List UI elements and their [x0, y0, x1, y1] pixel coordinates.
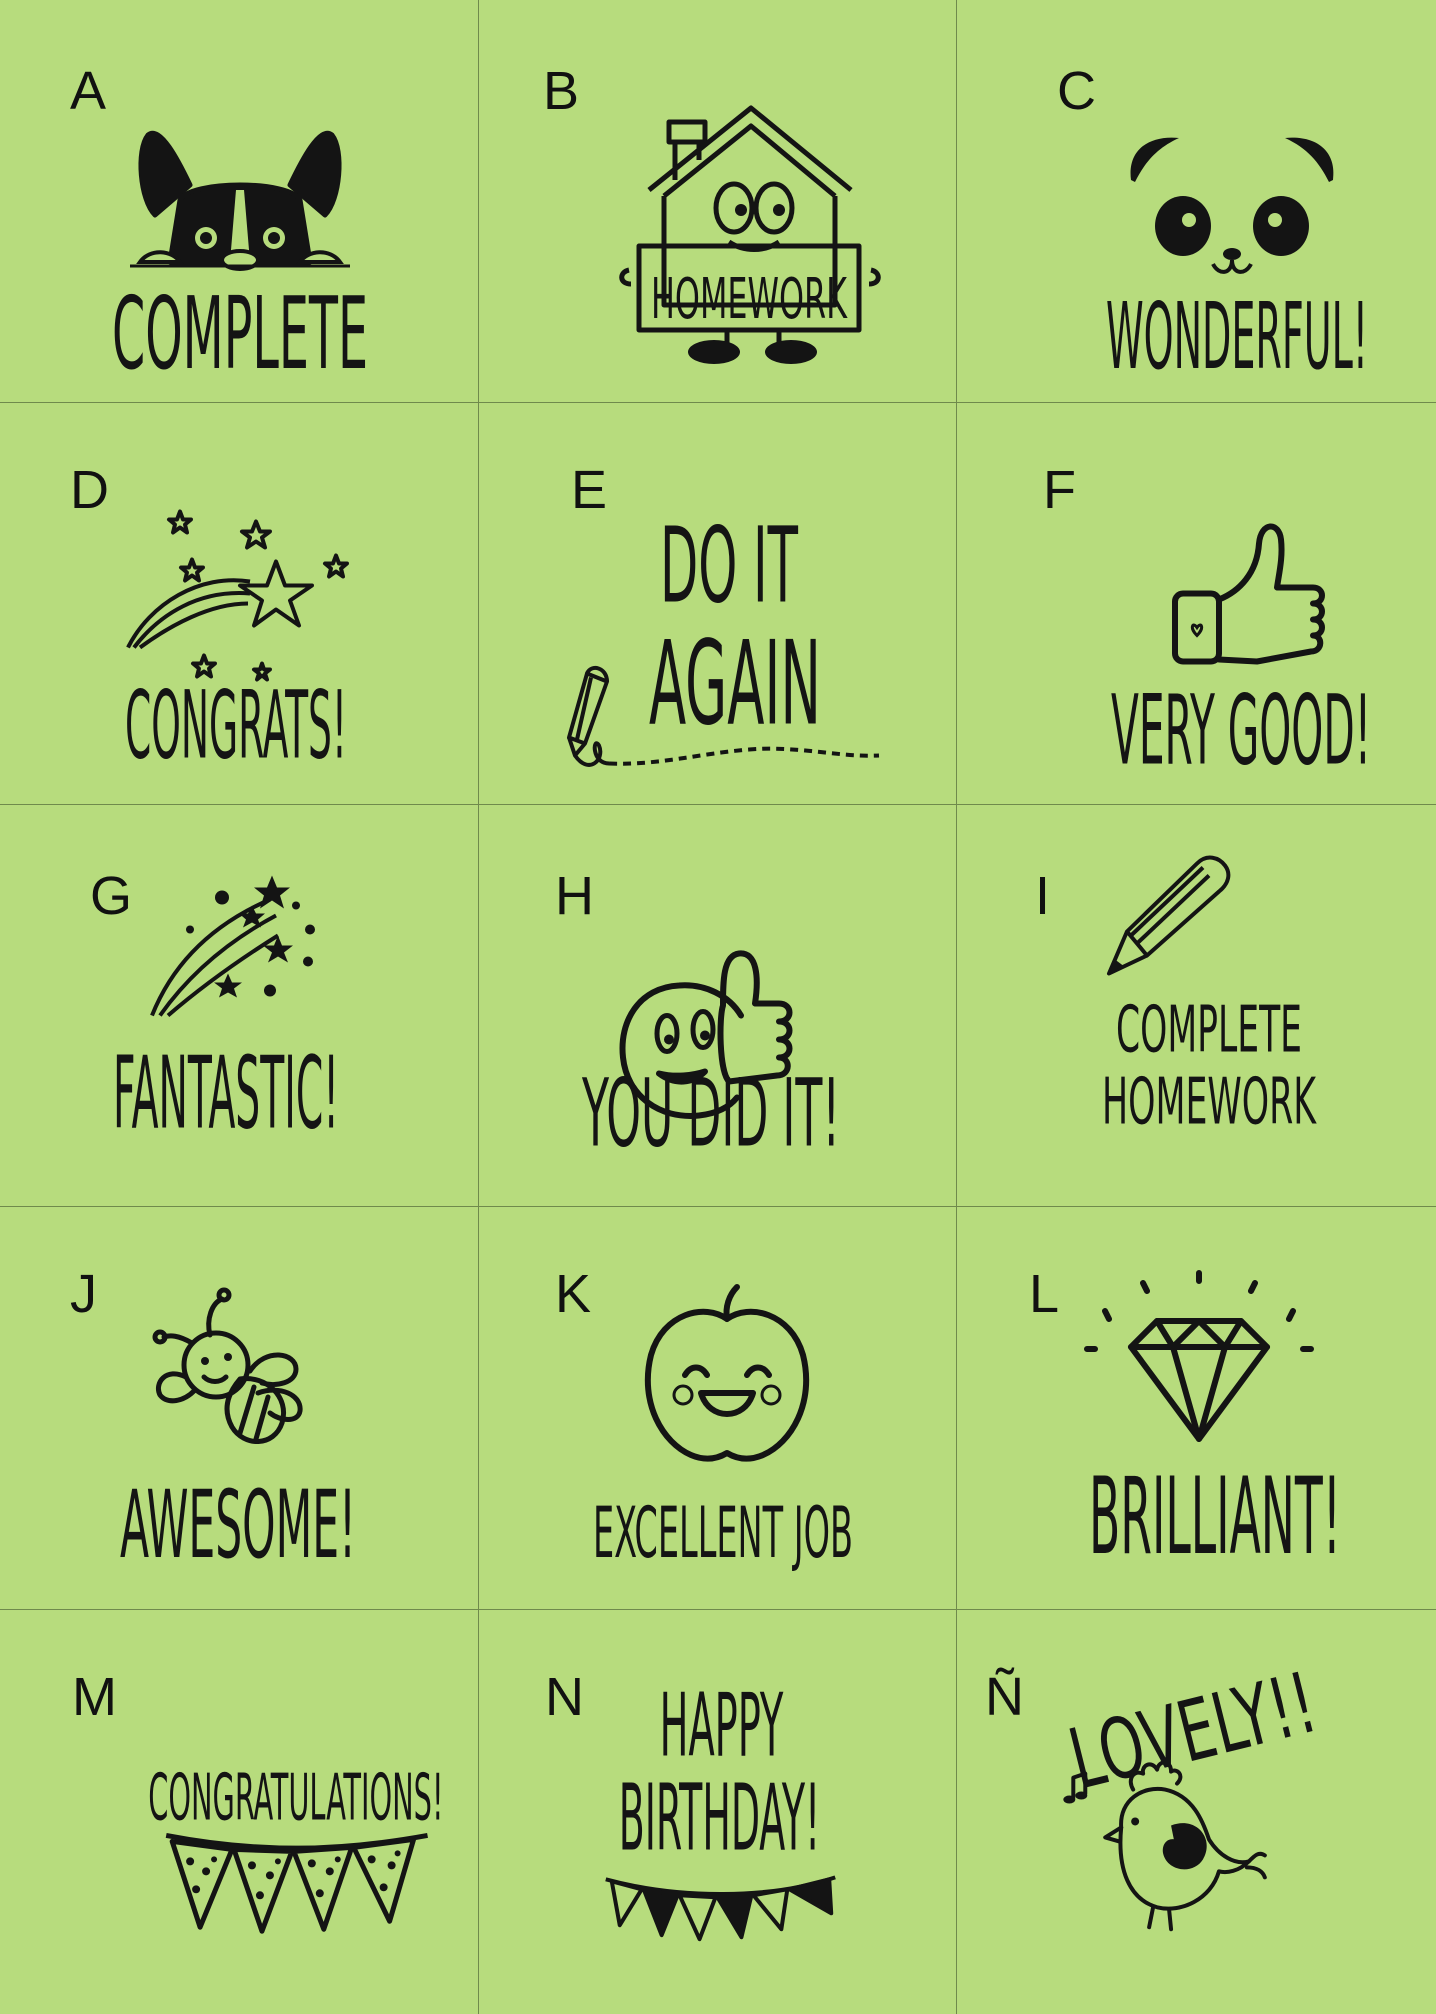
fireworks-icon: FANTASTIC! [113, 875, 339, 1152]
stamp-caption: BRILLIANT! [1089, 1455, 1341, 1578]
stamp-grid: A COMPLETE B HOMEWORK C WONDERFUL! D CON… [0, 0, 1436, 2014]
diamond-icon: BRILLIANT! [1084, 1270, 1341, 1578]
stamp-caption: HOMEWORK [651, 267, 848, 332]
panda-face-icon: WONDERFUL! [1106, 137, 1368, 390]
stamp-cell-m: M CONGRATULATIONS! [0, 1610, 479, 2014]
stamp-caption: DO IT [660, 505, 798, 627]
stamp-caption: COMPLETE [112, 275, 368, 392]
bunting-flags-icon: HAPPY BIRTHDAY! [605, 1675, 836, 1942]
house-character-icon: HOMEWORK [619, 105, 881, 364]
stamp-caption: VERY GOOD! [1111, 675, 1371, 787]
stamp-cell-g: G FANTASTIC! [0, 805, 479, 1207]
stamp-caption: AGAIN [649, 617, 821, 752]
pencil-icon: COMPLETE HOMEWORK [1102, 855, 1317, 1140]
apple-face-icon: EXCELLENT JOB [593, 1284, 853, 1574]
stamp-cell-a: A COMPLETE [0, 0, 479, 403]
stamp-caption: HAPPY [660, 1675, 784, 1777]
stamp-caption: HOMEWORK [1102, 1066, 1317, 1140]
stamp-cell-d: D CONGRATS! [0, 403, 479, 805]
bunting-flags-icon: CONGRATULATIONS! [148, 1761, 443, 1934]
stamp-cell-enye: Ñ LOVELY!! [957, 1610, 1436, 2014]
bird-icon: LOVELY!! [1060, 1653, 1326, 1932]
shooting-star-icon: CONGRATS! [125, 509, 349, 781]
stamp-caption: WONDERFUL! [1106, 283, 1368, 390]
stamp-caption: YOU DID IT! [581, 1060, 840, 1169]
stamp-caption: AWESOME! [120, 1471, 356, 1580]
stamp-caption: CONGRATULATIONS! [148, 1761, 443, 1835]
stamp-cell-i: I COMPLETE HOMEWORK [957, 805, 1436, 1207]
thumbs-up-icon: VERY GOOD! [1111, 523, 1371, 787]
stamp-cell-j: J AWESOME! [0, 1207, 479, 1610]
stamp-cell-n: N HAPPY BIRTHDAY! [479, 1610, 957, 2014]
stamp-cell-h: H YOU DID IT! [479, 805, 957, 1207]
stamp-cell-e: E DO IT AGAIN [479, 403, 957, 805]
stamp-cell-c: C WONDERFUL! [957, 0, 1436, 403]
stamp-caption: COMPLETE [1116, 994, 1302, 1068]
stamp-cell-b: B HOMEWORK [479, 0, 957, 403]
stamp-caption: EXCELLENT JOB [593, 1492, 853, 1574]
stamp-cell-l: L BRILLIANT! [957, 1207, 1436, 1610]
bee-icon: AWESOME! [120, 1287, 356, 1580]
stamp-caption: BIRTHDAY! [619, 1764, 821, 1871]
pencil-icon: DO IT AGAIN [567, 505, 880, 767]
stamp-cell-f: F VERY GOOD! [957, 403, 1436, 805]
stamp-cell-k: K EXCELLENT JOB [479, 1207, 957, 1610]
stamp-caption: FANTASTIC! [113, 1035, 339, 1152]
stamp-caption: CONGRATS! [125, 672, 347, 781]
french-bulldog-peeking-icon: COMPLETE [112, 130, 368, 392]
stamp-caption: LOVELY!! [1060, 1653, 1326, 1808]
smiley-thumbs-up-icon: YOU DID IT! [581, 950, 840, 1169]
